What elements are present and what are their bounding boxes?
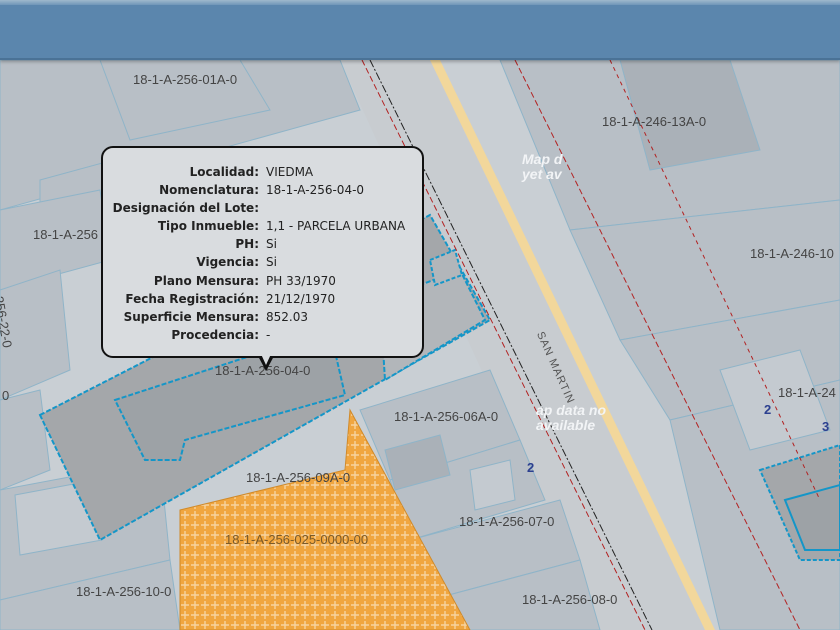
popup-value: VIEDMA: [266, 165, 314, 179]
popup-label: Localidad:: [189, 165, 259, 179]
popup-label: Designación del Lote:: [112, 201, 259, 215]
parcel-label: 18-1-A-256-025-0000-00: [225, 532, 369, 547]
parcel-label: 18-1-A-246-13A-0: [602, 114, 707, 129]
parcel-label: 18-1-A-256: [33, 227, 99, 242]
popup-row-superficie-mensura: Superficie Mensura: 852.03: [103, 308, 423, 326]
popup-row-procedencia: Procedencia: -: [103, 326, 423, 344]
unit-number: 3: [822, 419, 830, 434]
popup-row-tipo-inmueble: Tipo Inmueble: 1,1 - PARCELA URBANA: [103, 217, 423, 235]
parcel-label: 18-1-A-256-01A-0: [133, 72, 238, 87]
popup-label: Fecha Registración:: [125, 292, 259, 306]
popup-value: Si: [266, 237, 277, 251]
popup-row-plano-mensura: Plano Mensura: PH 33/1970: [103, 272, 423, 290]
map-data-unavailable-message: Map d yet av: [522, 151, 563, 182]
popup-value: 21/12/1970: [266, 292, 336, 306]
popup-label: PH:: [235, 237, 259, 251]
popup-label: Procedencia:: [171, 328, 259, 342]
popup-value: 18-1-A-256-04-0: [266, 183, 365, 197]
popup-pointer-fill: [261, 354, 271, 365]
popup-value: PH 33/1970: [266, 274, 336, 288]
popup-value: 852.03: [266, 310, 308, 324]
parcel-label: 18-1-A-256-07-0: [459, 514, 555, 529]
map-data-unavailable-message: ap data no available: [536, 402, 607, 433]
unit-number: 2: [764, 402, 772, 417]
popup-label: Plano Mensura:: [153, 274, 259, 288]
parcel-info-popup: Localidad: VIEDMA Nomenclatura: 18-1-A-2…: [101, 146, 424, 358]
parcel-label: 18-1-A-256-09A-0: [246, 470, 351, 485]
header-strip: [0, 0, 840, 5]
parcel-label: 18-1-A-246-10: [750, 246, 834, 261]
popup-row-localidad: Localidad: VIEDMA: [103, 163, 423, 181]
popup-label: Nomenclatura:: [159, 183, 259, 197]
popup-label: Vigencia:: [196, 255, 259, 269]
popup-row-vigencia: Vigencia: Si: [103, 253, 423, 271]
parcel-label: 18-1-A-256-06A-0: [394, 409, 499, 424]
popup-value: -: [266, 328, 271, 342]
parcel-label: 0: [2, 388, 10, 403]
parcel-label: 18-1-A-256-08-0: [522, 592, 618, 607]
popup-value: 1,1 - PARCELA URBANA: [266, 219, 406, 233]
unit-number: 2: [527, 460, 535, 475]
popup-label: Tipo Inmueble:: [157, 219, 259, 233]
popup-row-designacion: Designación del Lote:: [103, 199, 423, 217]
app-header: [0, 0, 840, 60]
popup-label: Superficie Mensura:: [123, 310, 259, 324]
popup-value: Si: [266, 255, 277, 269]
popup-row-nomenclatura: Nomenclatura: 18-1-A-256-04-0: [103, 181, 423, 199]
parcel-label: 18-1-A-256-10-0: [76, 584, 172, 599]
parcel-label: 18-1-A-24: [778, 385, 836, 400]
popup-row-fecha-registracion: Fecha Registración: 21/12/1970: [103, 290, 423, 308]
popup-row-ph: PH: Si: [103, 235, 423, 253]
